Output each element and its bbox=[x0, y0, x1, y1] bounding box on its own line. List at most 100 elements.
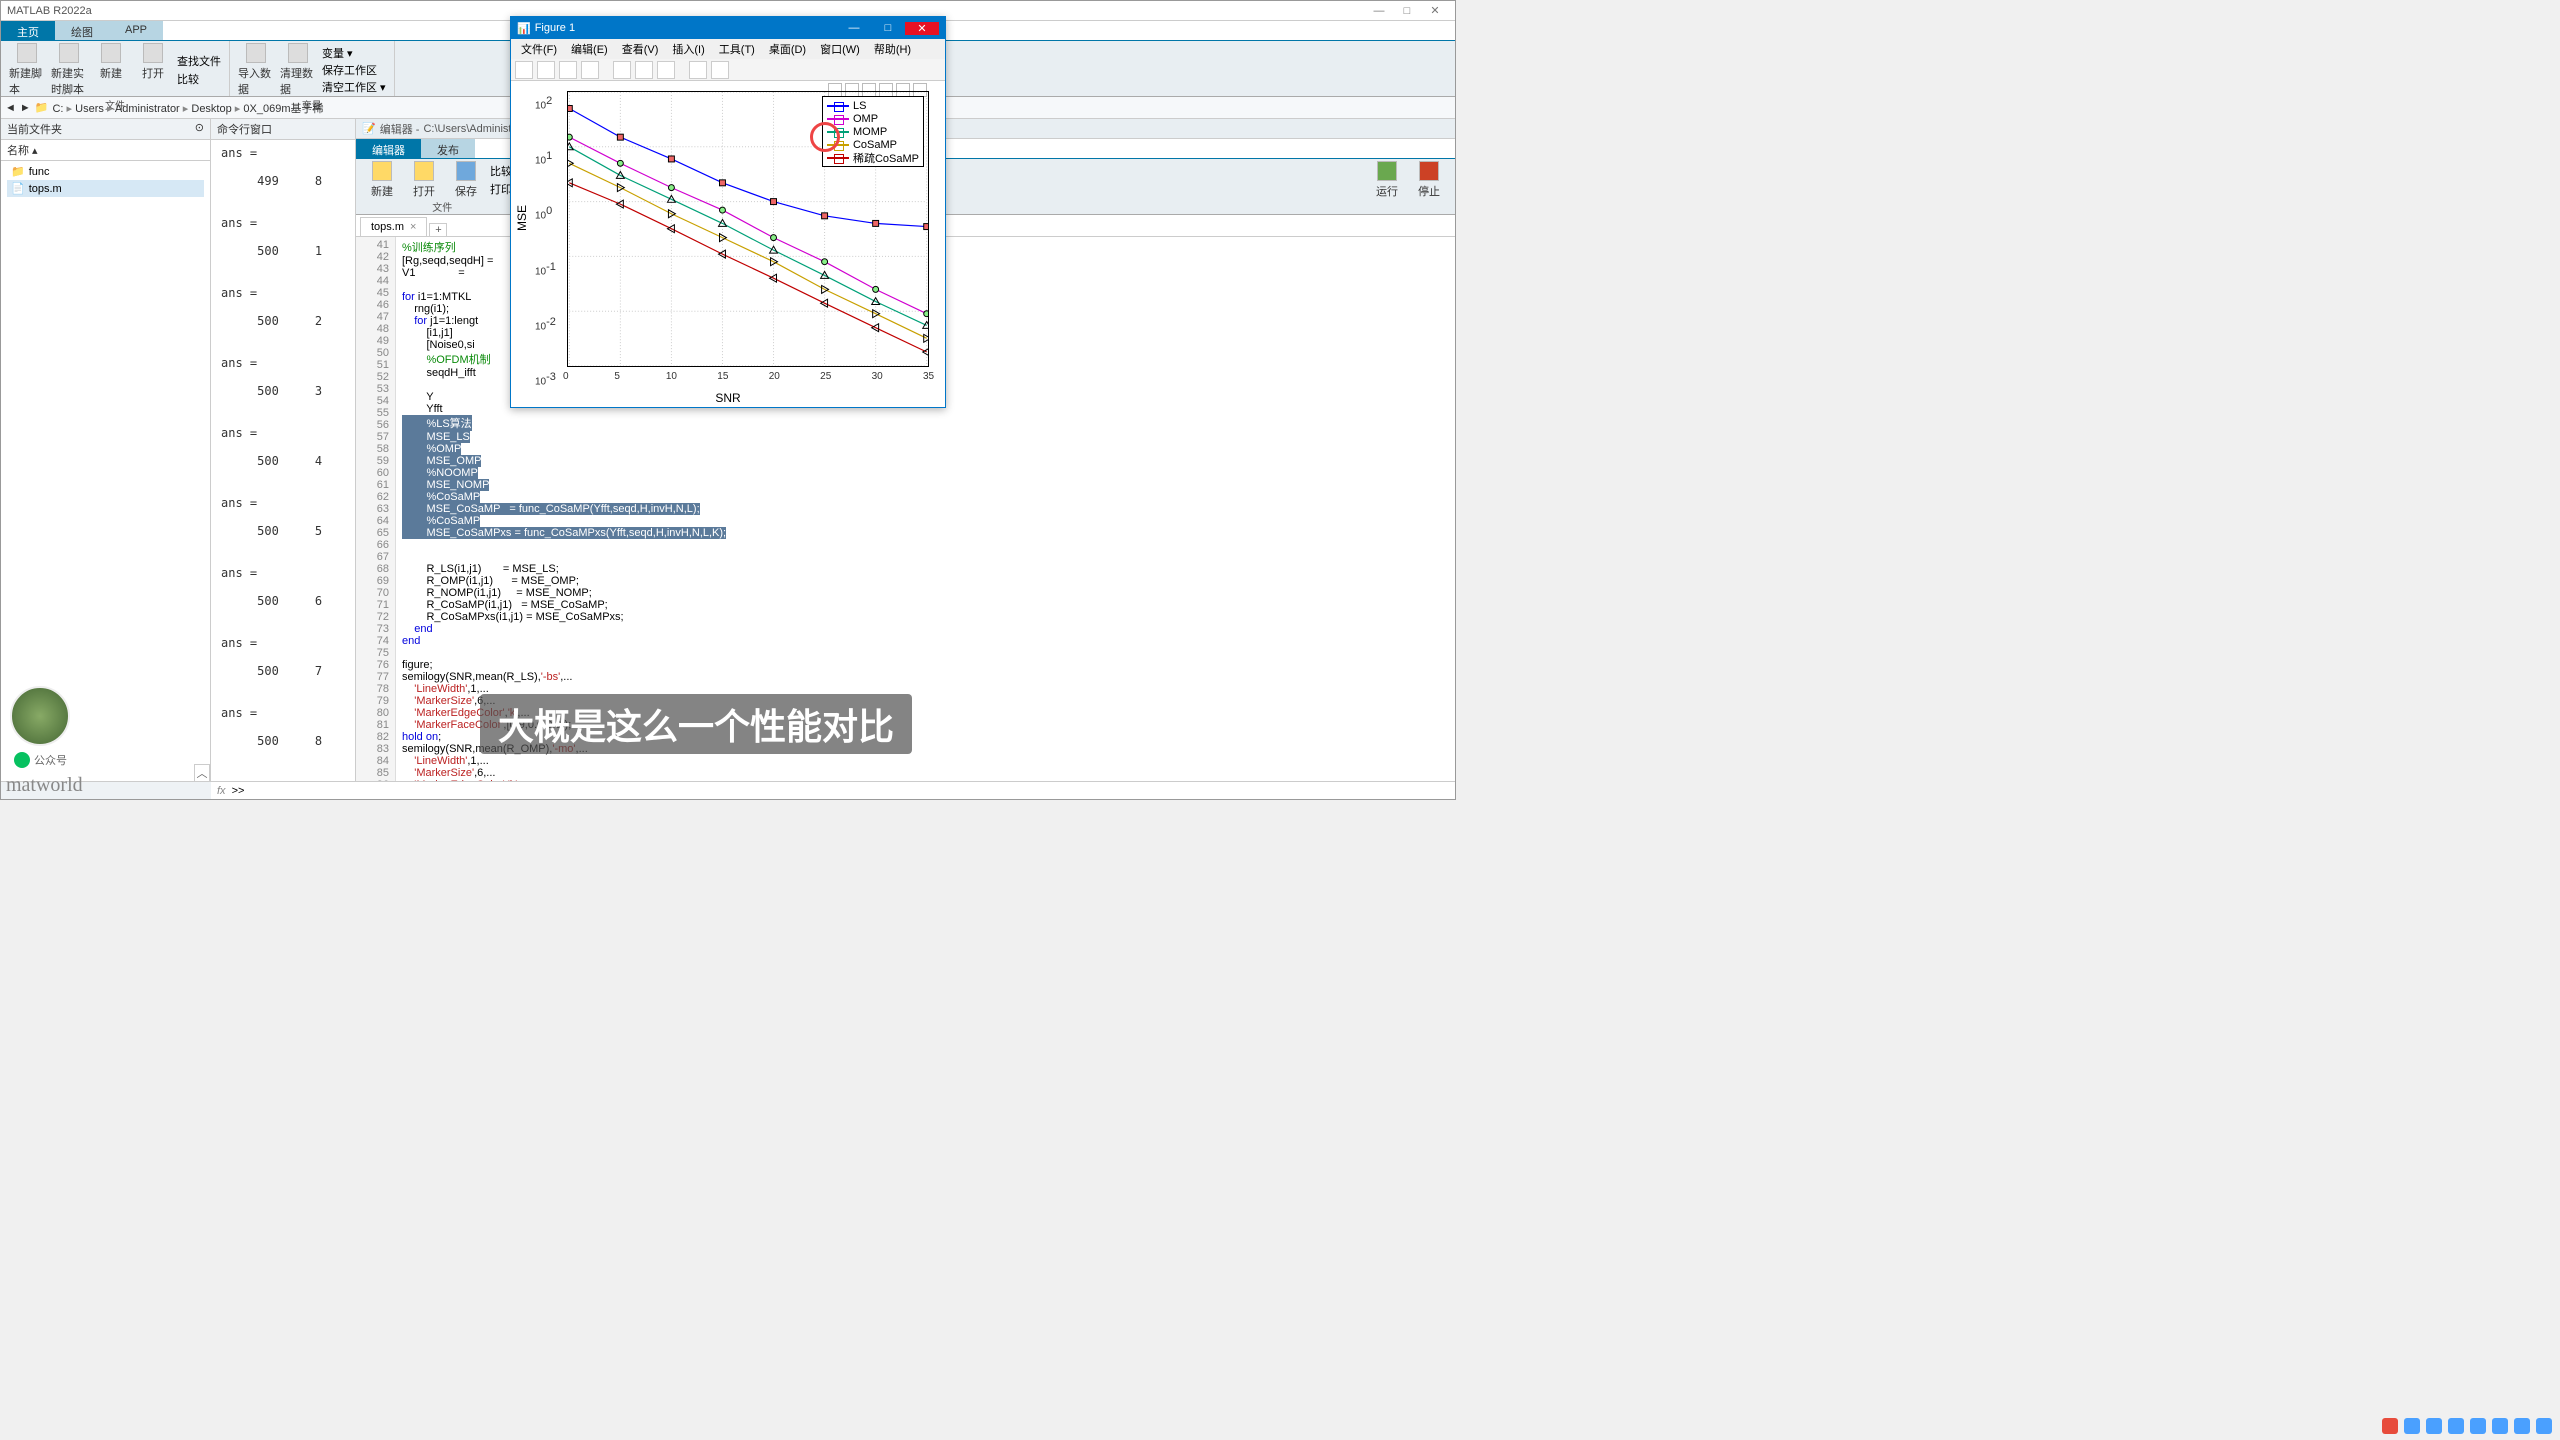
tray-icon[interactable] bbox=[2514, 1418, 2530, 1434]
system-tray bbox=[2382, 1418, 2552, 1434]
wechat-label: 公众号 bbox=[14, 752, 67, 768]
figure-titlebar[interactable]: 📊 Figure 1 — □ ✕ bbox=[511, 17, 945, 39]
wechat-icon bbox=[14, 752, 30, 768]
minimize-button[interactable]: — bbox=[1365, 5, 1393, 17]
figure-toolbar bbox=[511, 59, 945, 81]
tray-icon[interactable] bbox=[2470, 1418, 2486, 1434]
tray-icon[interactable] bbox=[2492, 1418, 2508, 1434]
figure-window[interactable]: 📊 Figure 1 — □ ✕ 文件(F)编辑(E)查看(V)插入(I)工具(… bbox=[510, 16, 946, 408]
back-icon[interactable]: ◄ bbox=[5, 102, 16, 114]
brand-watermark: matworld bbox=[6, 774, 83, 797]
ribbon-tab-home[interactable]: 主页 bbox=[1, 21, 55, 40]
ribbon-group-file: 新建脚本 新建实时脚本 新建 打开 查找文件 比较 文件 bbox=[1, 41, 230, 96]
legend-item[interactable]: LS bbox=[827, 99, 919, 112]
figure-menu-item[interactable]: 文件(F) bbox=[515, 39, 563, 59]
import-icon bbox=[246, 43, 266, 63]
editor-icon: 📝 bbox=[362, 122, 376, 135]
tray-icon[interactable] bbox=[2426, 1418, 2442, 1434]
stop-icon bbox=[1419, 161, 1439, 181]
compare-button[interactable]: 比较 bbox=[177, 71, 221, 87]
figure-menu-item[interactable]: 窗口(W) bbox=[814, 39, 866, 59]
new-script-button[interactable]: 新建脚本 bbox=[9, 43, 45, 97]
ed-save-button[interactable]: 保存 bbox=[448, 161, 484, 199]
fig-link-icon[interactable] bbox=[613, 61, 631, 79]
legend-item[interactable]: MOMP bbox=[827, 125, 919, 138]
clear-ws-button[interactable]: 清空工作区 ▾ bbox=[322, 79, 386, 95]
collapse-chevron-icon[interactable]: ︿ bbox=[194, 764, 210, 782]
figure-menu-item[interactable]: 帮助(H) bbox=[868, 39, 917, 59]
stop-button[interactable]: 停止 bbox=[1411, 161, 1447, 199]
fig-arrow-icon[interactable] bbox=[689, 61, 707, 79]
command-window-header: 命令行窗口 bbox=[211, 119, 355, 140]
tray-icon[interactable] bbox=[2536, 1418, 2552, 1434]
pane-opts-icon[interactable]: ⊙ bbox=[195, 121, 204, 137]
folder-open-icon bbox=[414, 161, 434, 181]
folder-icon[interactable]: 📁 bbox=[35, 101, 49, 114]
run-button[interactable]: 运行 bbox=[1369, 161, 1405, 199]
folder-item[interactable]: 📁func bbox=[7, 163, 204, 180]
figure-title: Figure 1 bbox=[535, 22, 575, 34]
legend-item[interactable]: OMP bbox=[827, 112, 919, 125]
figure-menu-item[interactable]: 编辑(E) bbox=[565, 39, 614, 59]
maximize-button[interactable]: □ bbox=[1393, 5, 1421, 17]
tray-icon[interactable] bbox=[2404, 1418, 2420, 1434]
tray-icon[interactable] bbox=[2448, 1418, 2464, 1434]
fig-layout1-icon[interactable] bbox=[635, 61, 653, 79]
close-button[interactable]: ✕ bbox=[1421, 4, 1449, 17]
plus-icon bbox=[372, 161, 392, 181]
ed-open-button[interactable]: 打开 bbox=[406, 161, 442, 199]
ribbon-tab-plot[interactable]: 绘图 bbox=[55, 21, 109, 40]
close-tab-icon[interactable]: × bbox=[410, 221, 416, 233]
app-title: MATLAB R2022a bbox=[7, 5, 92, 17]
fig-max-button[interactable]: □ bbox=[871, 22, 905, 34]
save-ws-button[interactable]: 保存工作区 bbox=[322, 62, 386, 78]
fig-min-button[interactable]: — bbox=[837, 22, 871, 34]
figure-menu-item[interactable]: 插入(I) bbox=[666, 39, 710, 59]
editor-tab-edit[interactable]: 编辑器 bbox=[356, 139, 421, 158]
open-button[interactable]: 打开 bbox=[135, 43, 171, 97]
ribbon-group-var: 导入数据 清理数据 变量 ▾ 保存工作区 清空工作区 ▾ 变量 bbox=[230, 41, 395, 96]
axes[interactable]: LSOMPMOMPCoSaMP稀疏CoSaMP bbox=[567, 91, 929, 367]
path-segments[interactable]: C: ▸ Users ▸ Administrator ▸ Desktop ▸ 0… bbox=[52, 100, 323, 116]
save-icon bbox=[456, 161, 476, 181]
new-icon bbox=[101, 43, 121, 63]
figure-canvas[interactable]: MSE SNR LSOMPMOMPCoSaMP稀疏CoSaMP 10210110… bbox=[511, 81, 945, 407]
var-dropdown[interactable]: 变量 ▾ bbox=[322, 45, 386, 61]
figure-menu-item[interactable]: 工具(T) bbox=[713, 39, 761, 59]
command-output[interactable]: ans = 499 8 ans = 500 1 ans = 500 2 ans … bbox=[211, 140, 355, 781]
new-button[interactable]: 新建 bbox=[93, 43, 129, 97]
figure-menu-item[interactable]: 桌面(D) bbox=[763, 39, 812, 59]
ribbon-tab-app[interactable]: APP bbox=[109, 21, 163, 40]
ed-new-button[interactable]: 新建 bbox=[364, 161, 400, 199]
fig-new-icon[interactable] bbox=[515, 61, 533, 79]
command-window-pane: 命令行窗口 ans = 499 8 ans = 500 1 ans = 500 … bbox=[211, 119, 356, 781]
file-tab-tops[interactable]: tops.m × bbox=[360, 217, 427, 236]
ylabel: MSE bbox=[515, 205, 529, 231]
fig-close-button[interactable]: ✕ bbox=[905, 22, 939, 35]
col-name[interactable]: 名称 ▴ bbox=[7, 142, 38, 158]
figure-menu-item[interactable]: 查看(V) bbox=[616, 39, 665, 59]
legend-item[interactable]: 稀疏CoSaMP bbox=[827, 151, 919, 164]
new-livescript-button[interactable]: 新建实时脚本 bbox=[51, 43, 87, 97]
figure-menubar: 文件(F)编辑(E)查看(V)插入(I)工具(T)桌面(D)窗口(W)帮助(H) bbox=[511, 39, 945, 59]
fwd-icon[interactable]: ► bbox=[20, 102, 31, 114]
new-live-icon bbox=[59, 43, 79, 63]
fig-insert-icon[interactable] bbox=[711, 61, 729, 79]
fig-layout2-icon[interactable] bbox=[657, 61, 675, 79]
line-gutter: 41 42 43 44 45 46 47 48 49 50 51 52 53 5… bbox=[356, 237, 396, 781]
find-files-button[interactable]: 查找文件 bbox=[177, 53, 221, 69]
ime-icon[interactable] bbox=[2382, 1418, 2398, 1434]
fig-open-icon[interactable] bbox=[537, 61, 555, 79]
command-prompt[interactable]: fx >> bbox=[211, 781, 1455, 799]
new-tab-button[interactable]: + bbox=[429, 223, 447, 236]
import-button[interactable]: 导入数据 bbox=[238, 43, 274, 97]
folder-item[interactable]: 📄tops.m bbox=[7, 180, 204, 197]
fig-print-icon[interactable] bbox=[581, 61, 599, 79]
clean-button[interactable]: 清理数据 bbox=[280, 43, 316, 97]
fig-save-icon[interactable] bbox=[559, 61, 577, 79]
figure-icon: 📊 bbox=[517, 22, 531, 35]
xlabel: SNR bbox=[715, 391, 740, 405]
legend[interactable]: LSOMPMOMPCoSaMP稀疏CoSaMP bbox=[822, 96, 924, 167]
editor-tab-publish[interactable]: 发布 bbox=[421, 139, 475, 158]
current-folder-header: 当前文件夹⊙ bbox=[1, 119, 210, 140]
